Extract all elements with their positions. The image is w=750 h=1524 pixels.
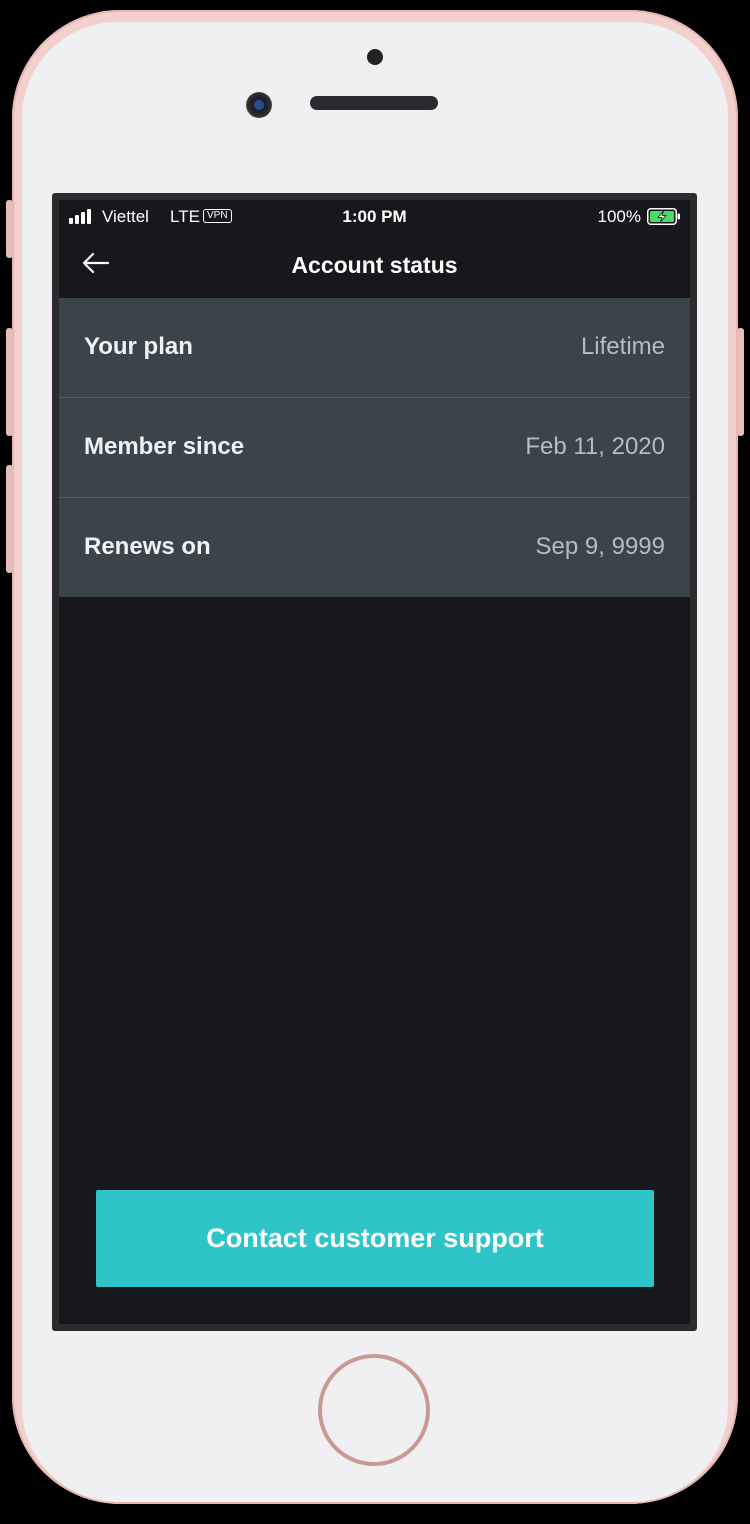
contact-support-button[interactable]: Contact customer support: [96, 1190, 654, 1287]
status-time: 1:00 PM: [342, 207, 407, 226]
mute-switch: [6, 200, 13, 258]
power-button: [737, 328, 744, 436]
plan-row: Your plan Lifetime: [59, 298, 690, 398]
member-since-value: Feb 11, 2020: [525, 433, 665, 460]
plan-value: Lifetime: [580, 333, 665, 360]
volume-down-button: [6, 465, 13, 573]
member-since-label: Member since: [84, 433, 245, 460]
home-button[interactable]: [318, 1354, 430, 1466]
front-camera: [246, 92, 272, 118]
status-bar: Viettel LTE VPN 1:00 PM 100%: [59, 200, 690, 234]
plan-label: Your plan: [84, 333, 193, 360]
navigation-bar: Account status: [59, 234, 690, 298]
battery-charging-icon: [647, 208, 680, 225]
renews-on-label: Renews on: [84, 533, 211, 560]
volume-up-button: [6, 328, 13, 436]
renews-on-row: Renews on Sep 9, 9999: [59, 498, 690, 597]
proximity-sensor: [367, 49, 383, 65]
account-info-list: Your plan Lifetime Member since Feb 11, …: [59, 298, 690, 597]
page-title: Account status: [291, 252, 458, 278]
battery-percent: 100%: [597, 207, 641, 226]
earpiece-speaker: [310, 96, 438, 110]
member-since-row: Member since Feb 11, 2020: [59, 398, 690, 498]
renews-on-value: Sep 9, 9999: [535, 533, 665, 560]
app-screen: Viettel LTE VPN 1:00 PM 100% Account sta…: [59, 200, 690, 1324]
